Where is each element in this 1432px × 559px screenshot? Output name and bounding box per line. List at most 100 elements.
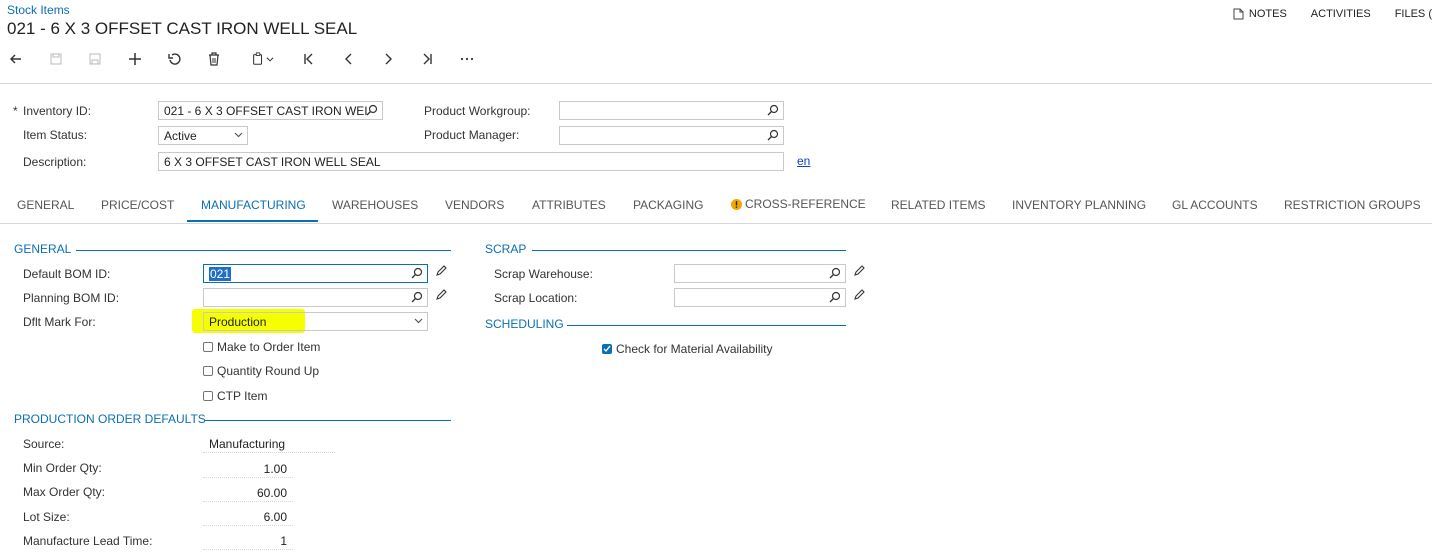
save-close-icon[interactable] [45, 48, 67, 70]
product-workgroup-label: Product Workgroup: [424, 104, 531, 118]
description-label: Description: [23, 155, 87, 169]
copy-paste-icon[interactable] [244, 48, 282, 70]
source-label: Source: [23, 437, 65, 451]
search-icon[interactable] [411, 267, 423, 279]
edit-icon[interactable] [435, 264, 448, 277]
lot-size-label: Lot Size: [23, 510, 70, 524]
general-section-heading: GENERAL [14, 242, 72, 256]
checkbox-box-checked[interactable] [602, 344, 612, 354]
tab-manufacturing[interactable]: MANUFACTURING [201, 198, 306, 212]
dflt-mark-value: Production [209, 315, 267, 329]
inventory-id-value: 021 - 6 X 3 OFFSET CAST IRON WEI [164, 104, 368, 118]
search-icon[interactable] [829, 291, 841, 303]
edit-icon[interactable] [853, 264, 866, 277]
make-to-order-checkbox[interactable]: Make to Order Item [203, 340, 320, 354]
checkbox-box[interactable] [203, 391, 213, 401]
activities-link[interactable]: ACTIVITIES [1311, 8, 1371, 20]
item-status-label: Item Status: [23, 128, 88, 142]
product-workgroup-field[interactable] [559, 101, 784, 120]
tab-price-cost[interactable]: PRICE/COST [101, 198, 174, 212]
default-bom-label: Default BOM ID: [23, 267, 111, 281]
checkbox-box[interactable] [203, 366, 213, 376]
lead-time-value[interactable]: 1 [203, 531, 293, 550]
undo-icon[interactable] [163, 48, 185, 70]
previous-icon[interactable] [338, 48, 360, 70]
planning-bom-field[interactable] [203, 288, 428, 307]
search-icon[interactable] [366, 104, 378, 116]
ctp-item-label: CTP Item [217, 389, 268, 403]
dflt-mark-select[interactable]: Production [203, 312, 428, 331]
tab-attributes[interactable]: ATTRIBUTES [532, 198, 606, 212]
search-icon[interactable] [767, 104, 779, 116]
max-qty-value[interactable]: 60.00 [203, 483, 293, 502]
tab-inventory-planning[interactable]: INVENTORY PLANNING [1012, 198, 1146, 212]
back-icon[interactable] [5, 48, 27, 70]
checkmark-icon [603, 345, 611, 353]
edit-icon[interactable] [853, 288, 866, 301]
notes-link[interactable]: NOTES [1233, 8, 1287, 20]
breadcrumb[interactable]: Stock Items [7, 3, 70, 17]
toolbar-divider [0, 83, 1432, 84]
item-status-select[interactable]: Active [158, 126, 248, 145]
default-bom-value: 021 [209, 267, 232, 281]
scrap-warehouse-label: Scrap Warehouse: [494, 267, 593, 281]
tab-related-items[interactable]: RELATED ITEMS [891, 198, 985, 212]
last-record-icon[interactable] [416, 48, 438, 70]
description-value: 6 X 3 OFFSET CAST IRON WELL SEAL [164, 155, 381, 169]
ctp-item-checkbox[interactable]: CTP Item [203, 389, 267, 403]
top-links: NOTES ACTIVITIES FILES ( [1233, 8, 1432, 20]
files-link[interactable]: FILES ( [1395, 8, 1432, 20]
more-icon[interactable] [456, 48, 478, 70]
min-qty-label: Min Order Qty: [23, 461, 102, 475]
general-section-rule [76, 250, 451, 251]
tab-restriction-groups[interactable]: RESTRICTION GROUPS [1284, 198, 1421, 212]
delete-icon[interactable] [203, 48, 225, 70]
default-bom-field[interactable]: 021 [203, 264, 428, 283]
chevron-down-icon [234, 132, 243, 138]
tab-bar: GENERAL PRICE/COST MANUFACTURING WAREHOU… [0, 190, 1432, 224]
source-value: Manufacturing [203, 434, 335, 453]
scrap-location-field[interactable] [674, 288, 846, 307]
production-section-rule [205, 420, 451, 421]
next-icon[interactable] [377, 48, 399, 70]
save-icon[interactable] [84, 48, 106, 70]
quantity-round-up-checkbox[interactable]: Quantity Round Up [203, 364, 319, 378]
product-manager-label: Product Manager: [424, 128, 520, 142]
checkbox-box[interactable] [203, 342, 213, 352]
max-qty-label: Max Order Qty: [23, 485, 106, 499]
search-icon[interactable] [411, 291, 423, 303]
check-material-checkbox[interactable]: Check for Material Availability [602, 342, 773, 356]
tab-cross-reference-label: CROSS-REFERENCE [745, 197, 866, 211]
scheduling-section-rule [567, 325, 846, 326]
production-section-heading: PRODUCTION ORDER DEFAULTS [14, 412, 206, 426]
edit-icon[interactable] [435, 288, 448, 301]
min-qty-value[interactable]: 1.00 [203, 459, 293, 478]
search-icon[interactable] [767, 129, 779, 141]
chevron-down-icon [266, 57, 274, 62]
product-manager-field[interactable] [559, 126, 784, 145]
files-label: FILES ( [1394, 8, 1432, 20]
tab-gl-accounts[interactable]: GL ACCOUNTS [1172, 198, 1258, 212]
page-title: 021 - 6 X 3 OFFSET CAST IRON WELL SEAL [7, 19, 358, 38]
planning-bom-label: Planning BOM ID: [23, 291, 120, 305]
active-tab-indicator [187, 220, 318, 222]
tab-general[interactable]: GENERAL [17, 198, 74, 212]
note-icon [1233, 8, 1244, 20]
tab-cross-reference[interactable]: CROSS-REFERENCE [731, 197, 866, 211]
search-icon[interactable] [829, 267, 841, 279]
add-icon[interactable] [124, 48, 146, 70]
first-record-icon[interactable] [298, 48, 320, 70]
chevron-down-icon [414, 318, 423, 324]
scrap-warehouse-field[interactable] [674, 264, 846, 283]
check-material-label: Check for Material Availability [616, 342, 773, 356]
quantity-round-up-label: Quantity Round Up [217, 364, 320, 378]
tab-packaging[interactable]: PACKAGING [633, 198, 703, 212]
lot-size-value[interactable]: 6.00 [203, 507, 293, 526]
tab-warehouses[interactable]: WAREHOUSES [332, 198, 418, 212]
scrap-location-label: Scrap Location: [494, 291, 578, 305]
language-link[interactable]: en [797, 154, 810, 168]
inventory-id-field[interactable]: 021 - 6 X 3 OFFSET CAST IRON WEI [158, 101, 383, 120]
lead-time-label: Manufacture Lead Time: [23, 534, 153, 548]
description-field[interactable]: 6 X 3 OFFSET CAST IRON WELL SEAL [158, 152, 784, 171]
tab-vendors[interactable]: VENDORS [445, 198, 504, 212]
